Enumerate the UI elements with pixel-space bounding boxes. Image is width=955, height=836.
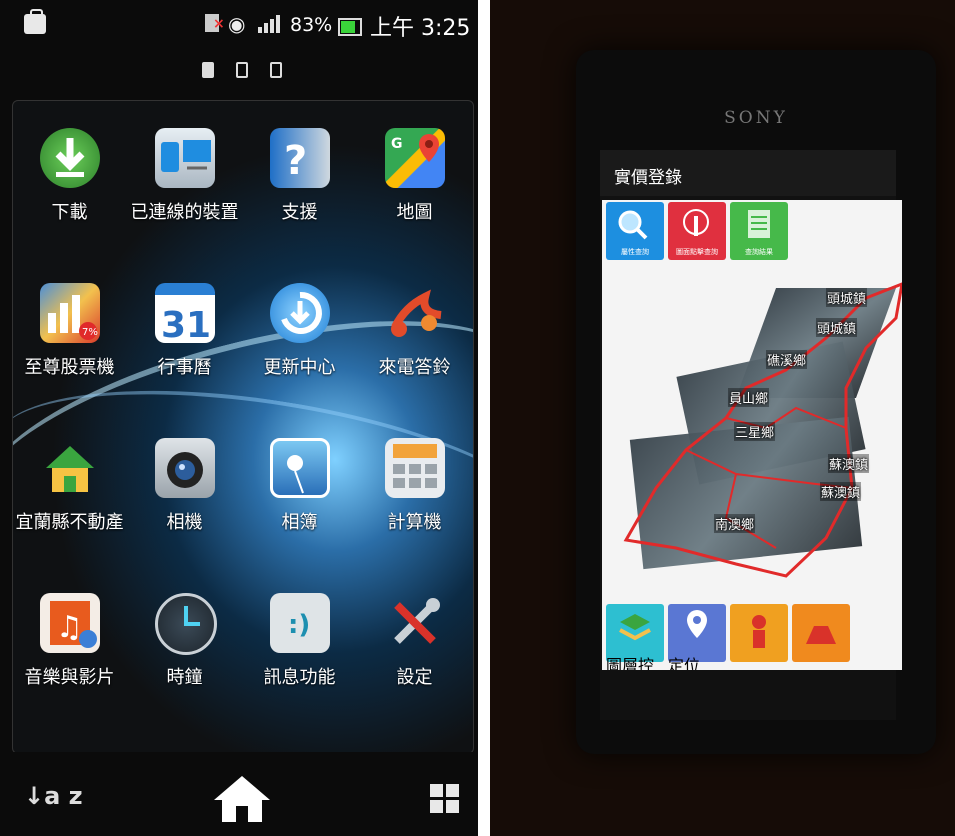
clock-icon	[155, 593, 217, 655]
app-calculator[interactable]: 計算機	[357, 410, 472, 533]
app-messaging[interactable]: :) 訊息功能	[242, 565, 357, 688]
app-drawer-screenshot: ◉ 83% 上午 3:25 下載 已連線的裝置 ?	[0, 0, 478, 836]
status-bar: ◉ 83% 上午 3:25	[0, 0, 478, 52]
person-button[interactable]	[730, 604, 788, 662]
download-icon	[40, 128, 100, 188]
wifi-icon: ◉	[228, 12, 246, 36]
album-icon	[270, 438, 330, 498]
app-music-video[interactable]: ♫ 音樂與影片	[12, 565, 127, 688]
bottom-dock: ↓a z	[0, 752, 478, 836]
town-label: 礁溪鄉	[766, 350, 808, 369]
app-yilan-realty[interactable]: 宜蘭縣不動產	[12, 410, 127, 533]
camera-icon	[155, 438, 215, 498]
yilan-county-map: 頭城鎮 頭城鎮 礁溪鄉 員山鄉 三星鄉 蘇澳鎮 蘇澳鎮 南澳鄉	[616, 278, 902, 588]
svg-text:G: G	[391, 136, 403, 152]
app-settings[interactable]: 設定	[357, 565, 472, 688]
app-grid: 下載 已連線的裝置 ? 支援 G 地圖 7% 至尊股票機 31 行事曆 更新中心…	[12, 100, 472, 752]
sort-alphabetical-button[interactable]: ↓a z	[24, 782, 83, 810]
music-video-icon: ♫	[40, 593, 100, 653]
home-icon[interactable]	[214, 776, 270, 822]
sony-phone: SONY 實價登錄 屬性查詢 圖面點擊查詢 查詢結果 頭城鎮 頭城鎮 礁溪鄉 員…	[576, 50, 936, 754]
connected-devices-icon	[155, 128, 215, 188]
battery-icon	[338, 18, 362, 36]
svg-text::): :)	[288, 610, 310, 640]
battery-percent: 83%	[290, 14, 333, 36]
brand-logo: SONY	[724, 108, 788, 128]
update-center-icon	[270, 283, 330, 343]
app-connected-devices[interactable]: 已連線的裝置	[127, 100, 242, 223]
town-label: 三星鄉	[734, 422, 776, 441]
page-dot[interactable]	[236, 62, 248, 78]
building-button[interactable]	[792, 604, 850, 662]
town-label: 蘇澳鎮	[828, 454, 870, 473]
stock-icon: 7%	[40, 283, 100, 343]
maps-icon: G	[385, 128, 445, 188]
settings-icon	[385, 593, 445, 653]
page-dot[interactable]	[270, 62, 282, 78]
shopping-bag-icon	[24, 9, 46, 34]
sim-error-icon	[205, 14, 225, 32]
attribute-search-button[interactable]: 屬性查詢	[606, 202, 664, 260]
svg-text:?: ?	[284, 138, 307, 184]
app-grid-icon[interactable]	[430, 784, 460, 814]
clock-time: 上午 3:25	[370, 16, 471, 41]
town-label: 南澳鄉	[714, 514, 756, 533]
svg-text:♫: ♫	[56, 610, 83, 645]
map-click-search-button[interactable]: 圖面點擊查詢	[668, 202, 726, 260]
phone-screen: 實價登錄 屬性查詢 圖面點擊查詢 查詢結果 頭城鎮 頭城鎮 礁溪鄉 員山鄉 三星…	[600, 150, 902, 720]
layer-control-button[interactable]: 圖層控制	[606, 604, 664, 670]
calendar-icon: 31	[155, 283, 215, 346]
app-title-bar: 實價登錄	[600, 150, 896, 196]
town-label: 員山鄉	[728, 388, 770, 407]
app-album[interactable]: 相簿	[242, 410, 357, 533]
app-title: 實價登錄	[614, 168, 682, 188]
app-camera[interactable]: 相機	[127, 410, 242, 533]
locate-button[interactable]: 定位	[668, 604, 726, 670]
app-update-center[interactable]: 更新中心	[242, 255, 357, 378]
map-view[interactable]: 屬性查詢 圖面點擊查詢 查詢結果 頭城鎮 頭城鎮 礁溪鄉 員山鄉 三星鄉 蘇澳鎮…	[602, 200, 902, 670]
phone-photo: SONY 實價登錄 屬性查詢 圖面點擊查詢 查詢結果 頭城鎮 頭城鎮 礁溪鄉 員…	[490, 0, 955, 836]
town-label: 頭城鎮	[826, 288, 868, 307]
app-maps[interactable]: G 地圖	[357, 100, 472, 223]
app-download[interactable]: 下載	[12, 100, 127, 223]
calculator-icon	[385, 438, 445, 498]
app-stock[interactable]: 7% 至尊股票機	[12, 255, 127, 378]
app-calendar[interactable]: 31 行事曆	[127, 255, 242, 378]
app-clock[interactable]: 時鐘	[127, 565, 242, 688]
ringtone-icon	[385, 283, 445, 343]
svg-text:31: 31	[161, 305, 211, 343]
signal-icon	[258, 14, 282, 33]
messaging-icon: :)	[270, 593, 330, 653]
app-ringtone[interactable]: 來電答鈴	[357, 255, 472, 378]
town-label: 蘇澳鎮	[820, 482, 862, 501]
support-icon: ?	[270, 128, 330, 188]
svg-text:7%: 7%	[82, 327, 98, 338]
town-label: 頭城鎮	[816, 318, 858, 337]
app-support[interactable]: ? 支援	[242, 100, 357, 223]
page-dot-active[interactable]	[202, 62, 214, 78]
page-indicator[interactable]	[200, 62, 300, 80]
query-results-button[interactable]: 查詢結果	[730, 202, 788, 260]
house-icon	[40, 438, 100, 498]
